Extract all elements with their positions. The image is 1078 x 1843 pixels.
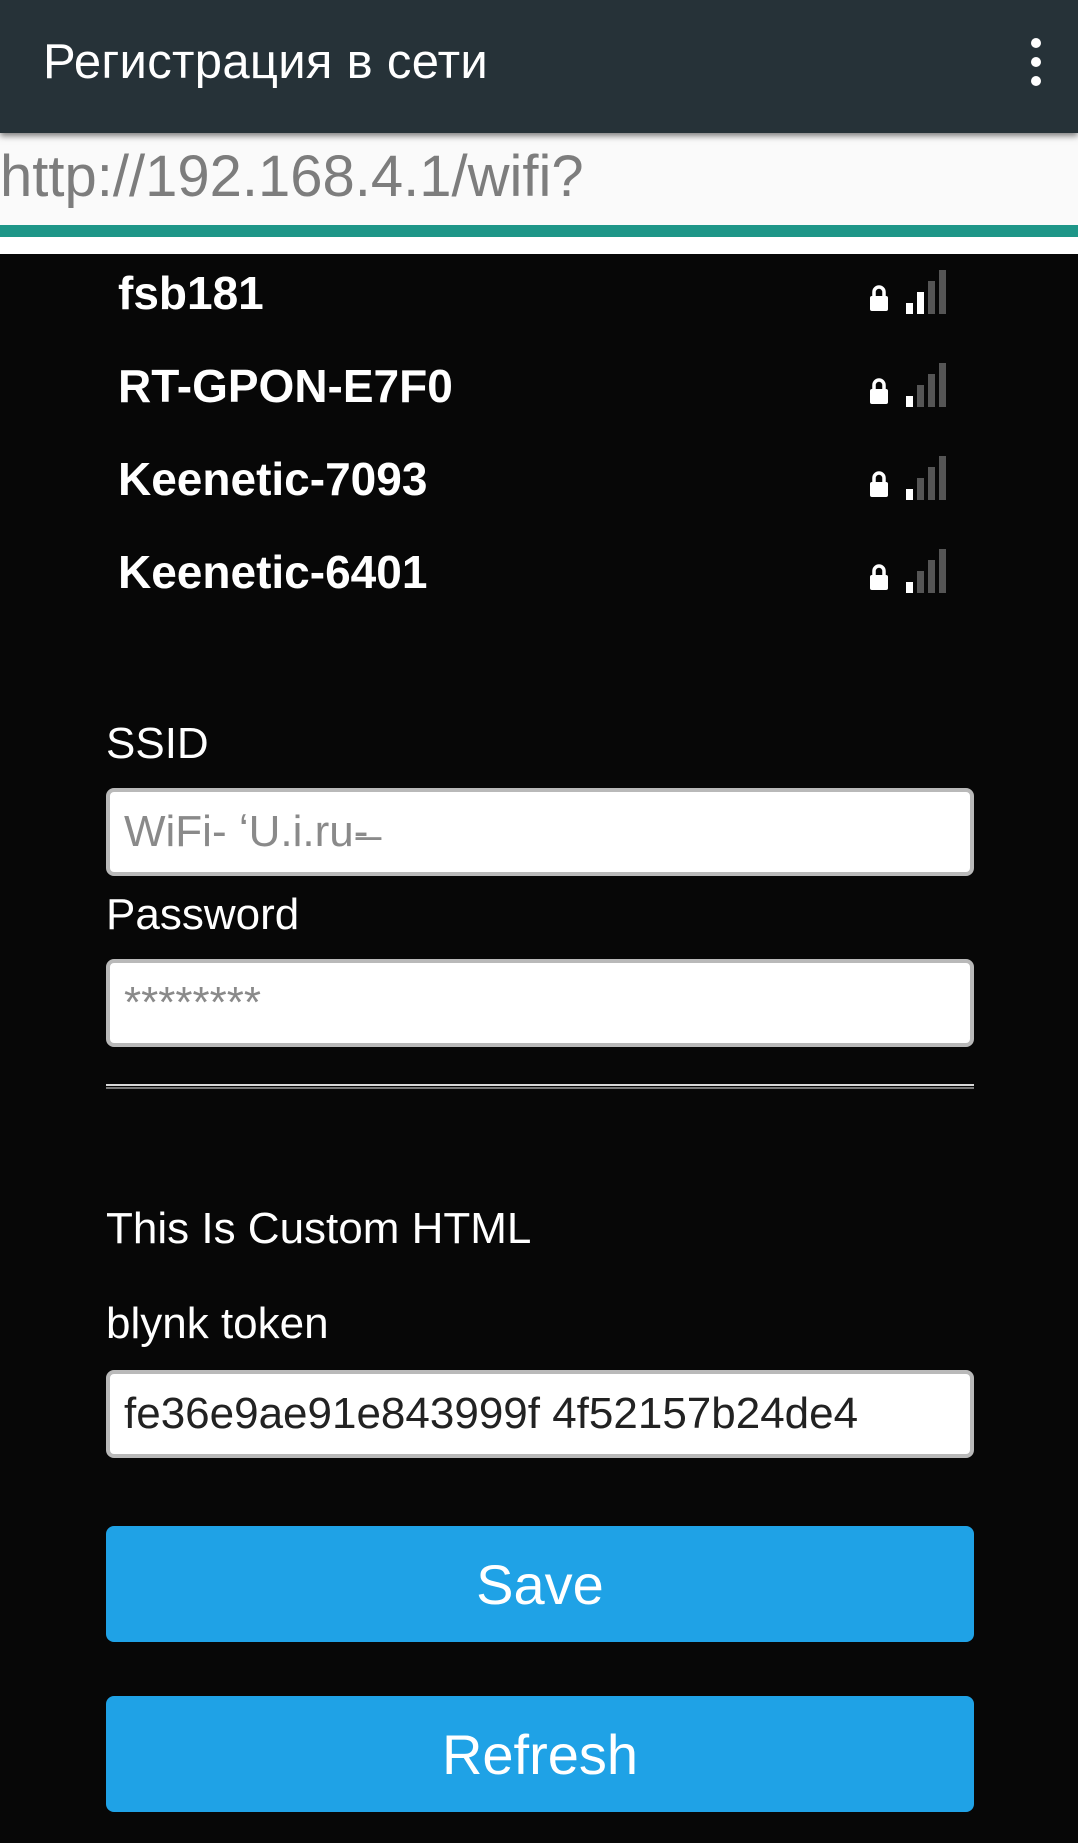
- url-bar[interactable]: http://192.168.4.1/wifi?: [0, 133, 1078, 225]
- token-label: blynk token: [106, 1299, 329, 1348]
- page-load-progress: [0, 225, 1078, 237]
- signal-bar: [928, 560, 935, 593]
- signal-bar: [906, 396, 913, 407]
- ssid-label: SSID: [106, 719, 209, 768]
- divider: [106, 1084, 974, 1089]
- signal-icon: [906, 270, 946, 314]
- lock-icon: [870, 285, 888, 311]
- signal-bar: [939, 363, 946, 407]
- progress-track: [0, 237, 1078, 254]
- signal-bar: [928, 281, 935, 314]
- signal-bar: [939, 270, 946, 314]
- signal-icon: [906, 363, 946, 407]
- network-row[interactable]: RT-GPON-E7F0: [118, 351, 958, 421]
- token-input[interactable]: [106, 1370, 974, 1458]
- signal-icon: [906, 549, 946, 593]
- custom-html-text: This Is Custom HTML: [106, 1204, 532, 1253]
- network-ssid: fsb181: [118, 267, 264, 319]
- signal-bar: [917, 292, 924, 314]
- signal-bar: [917, 385, 924, 407]
- ssid-input[interactable]: [106, 788, 974, 876]
- url-text: http://192.168.4.1/wifi?: [0, 144, 584, 209]
- signal-bar: [917, 571, 924, 593]
- signal-bar: [906, 489, 913, 500]
- network-ssid: RT-GPON-E7F0: [118, 360, 453, 412]
- lock-icon: [870, 471, 888, 497]
- network-row[interactable]: Keenetic-7093: [118, 444, 958, 514]
- network-row[interactable]: Keenetic-6401: [118, 537, 958, 607]
- refresh-button[interactable]: Refresh: [106, 1696, 974, 1812]
- save-button[interactable]: Save: [106, 1526, 974, 1642]
- portal-content: fsb181 RT-GPON-E7F0 Keenetic-7093 Keenet…: [0, 254, 1078, 1843]
- network-row[interactable]: fsb181: [118, 258, 958, 328]
- more-vert-icon[interactable]: [1004, 22, 1068, 102]
- network-ssid: Keenetic-6401: [118, 546, 428, 598]
- signal-bar: [939, 456, 946, 500]
- signal-bar: [928, 467, 935, 500]
- signal-icon: [906, 456, 946, 500]
- app-bar: Регистрация в сети: [0, 0, 1078, 133]
- lock-icon: [870, 378, 888, 404]
- signal-bar: [906, 582, 913, 593]
- signal-bar: [928, 374, 935, 407]
- signal-bar: [939, 549, 946, 593]
- password-label: Password: [106, 890, 300, 939]
- signal-bar: [906, 303, 913, 314]
- signal-bar: [917, 478, 924, 500]
- lock-icon: [870, 564, 888, 590]
- page-title: Регистрация в сети: [43, 35, 489, 89]
- password-input[interactable]: [106, 959, 974, 1047]
- network-ssid: Keenetic-7093: [118, 453, 428, 505]
